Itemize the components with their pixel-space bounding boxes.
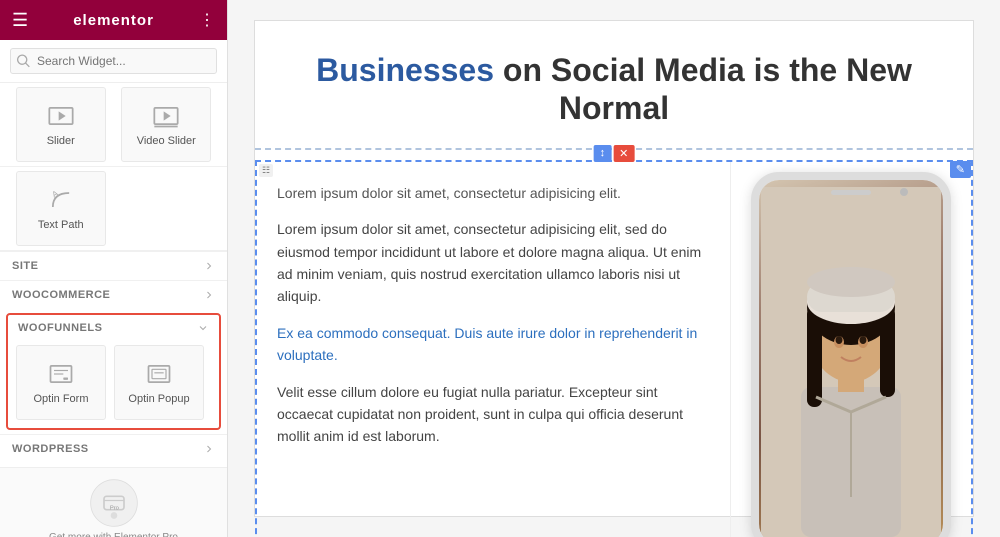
text-path-widget[interactable]: A Text Path: [16, 171, 106, 246]
optin-popup-widget[interactable]: Optin Popup: [114, 345, 204, 420]
svg-text:A: A: [50, 189, 60, 200]
chevron-down-icon-woo: [197, 322, 209, 334]
page-content: Businesses on Social Media is the New No…: [254, 20, 974, 517]
woofunnels-section: WOOFUNNELS Optin Form: [6, 313, 221, 430]
content-right-column: [731, 162, 971, 537]
heading-section: Businesses on Social Media is the New No…: [255, 21, 973, 150]
edit-column-btn[interactable]: ✎: [950, 161, 971, 178]
person-illustration: [761, 187, 941, 537]
section-site[interactable]: SITE: [0, 251, 227, 280]
pro-promo: Pro Get more with Elementor Pro: [0, 467, 227, 537]
section-number-label: ☷: [259, 164, 273, 177]
phone-speaker: [831, 190, 871, 195]
widget-row-sliders: Slider Video Slider: [0, 83, 227, 167]
optin-form-widget[interactable]: Optin Form: [16, 345, 106, 420]
section-wordpress[interactable]: WORDPRESS: [0, 434, 227, 463]
content-left-column: Lorem ipsum dolor sit amet, consectetur …: [257, 162, 731, 537]
paragraph-2: Lorem ipsum dolor sit amet, consectetur …: [277, 218, 710, 308]
col-ctrl-close-btn[interactable]: ✕: [613, 145, 634, 162]
sidebar: ☰ elementor ⋮ Slider Video Slider: [0, 0, 228, 537]
video-slider-icon: [152, 102, 180, 130]
video-slider-widget[interactable]: Video Slider: [121, 87, 211, 162]
slider-icon: [47, 102, 75, 130]
woofunnels-widget-row: Optin Form Optin Popup: [8, 341, 219, 428]
widget-row-text-path: A Text Path: [0, 167, 227, 251]
elementor-pro-icon: Pro: [89, 478, 139, 528]
sidebar-header: ☰ elementor ⋮: [0, 0, 227, 40]
search-icon: [17, 55, 30, 68]
widget-panel-scroll: Slider Video Slider A Text Path SITE: [0, 83, 227, 537]
paragraph-1: Lorem ipsum dolor sit amet, consectetur …: [277, 182, 710, 204]
phone-mockup: [751, 172, 951, 537]
col-ctrl-move-btn[interactable]: ↕: [594, 145, 612, 162]
phone-screen: [759, 180, 943, 537]
woofunnels-header[interactable]: WOOFUNNELS: [8, 315, 219, 341]
elementor-logo: elementor: [73, 12, 154, 29]
paragraph-4: Velit esse cillum dolore eu fugiat nulla…: [277, 381, 710, 448]
hamburger-menu-icon[interactable]: ☰: [12, 10, 28, 31]
chevron-right-icon: [203, 260, 215, 272]
chevron-right-icon-wp: [203, 443, 215, 455]
main-canvas: Businesses on Social Media is the New No…: [228, 0, 1000, 537]
section-woocommerce[interactable]: WOOCOMMERCE: [0, 280, 227, 309]
column-controls: ↕ ✕: [594, 145, 635, 162]
canvas-area: Businesses on Social Media is the New No…: [228, 0, 1000, 537]
heading-blue-word: Businesses: [316, 52, 494, 88]
phone-camera: [900, 188, 908, 196]
heading-rest: on Social Media is the New Normal: [494, 52, 912, 126]
optin-popup-icon: [145, 360, 173, 388]
search-input[interactable]: [10, 48, 217, 74]
woofunnels-wrapper: WOOFUNNELS Optin Form: [0, 313, 227, 430]
svg-text:Pro: Pro: [109, 506, 118, 512]
apps-grid-icon[interactable]: ⋮: [199, 10, 215, 30]
optin-form-icon: [47, 360, 75, 388]
page-heading: Businesses on Social Media is the New No…: [295, 51, 933, 128]
text-path-icon: A: [47, 186, 75, 214]
slider-widget[interactable]: Slider: [16, 87, 106, 162]
chevron-right-icon-woo: [203, 289, 215, 301]
search-bar-container: [0, 40, 227, 83]
content-section: ☷ ✎ Lorem ipsum dolor sit amet, consecte…: [255, 160, 973, 537]
paragraph-3-link: Ex ea commodo consequat. Duis aute irure…: [277, 322, 710, 367]
